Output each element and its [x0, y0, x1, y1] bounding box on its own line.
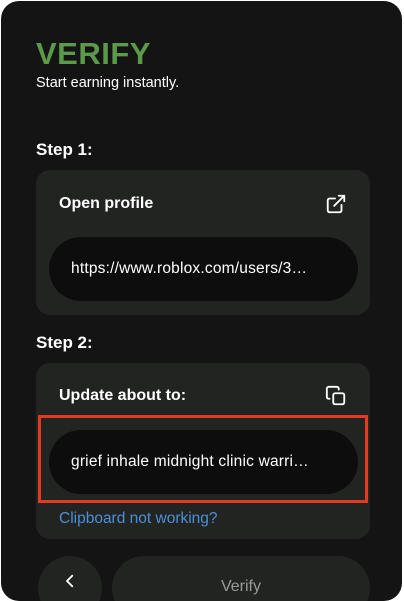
back-button[interactable]	[38, 556, 102, 601]
step1-label: Step 1:	[36, 140, 93, 159]
open-profile-heading: Open profile	[59, 195, 154, 212]
update-about-card: Update about to: grief inhale midnight c…	[36, 363, 370, 539]
profile-url-field[interactable]: https://www.roblox.com/users/3…	[49, 237, 358, 301]
verify-panel: VERIFY Start earning instantly. Step 1: …	[1, 1, 402, 601]
step2-label: Step 2:	[36, 333, 93, 352]
about-phrase-text: grief inhale midnight clinic warri…	[71, 453, 309, 470]
about-phrase-field[interactable]: grief inhale midnight clinic warri…	[49, 430, 358, 494]
chevron-left-icon	[61, 572, 79, 595]
verify-button[interactable]: Verify	[112, 556, 370, 601]
clipboard-not-working-link[interactable]: Clipboard not working?	[59, 509, 218, 529]
external-link-icon[interactable]	[324, 192, 348, 216]
update-about-heading: Update about to:	[59, 387, 187, 404]
profile-url-text: https://www.roblox.com/users/3…	[71, 260, 308, 277]
page-title: VERIFY	[36, 36, 151, 71]
page-subtitle: Start earning instantly.	[36, 75, 180, 91]
open-profile-card: Open profile https://www.roblox.com/user…	[36, 170, 370, 315]
copy-icon[interactable]	[324, 384, 348, 408]
verify-button-label: Verify	[220, 578, 261, 595]
